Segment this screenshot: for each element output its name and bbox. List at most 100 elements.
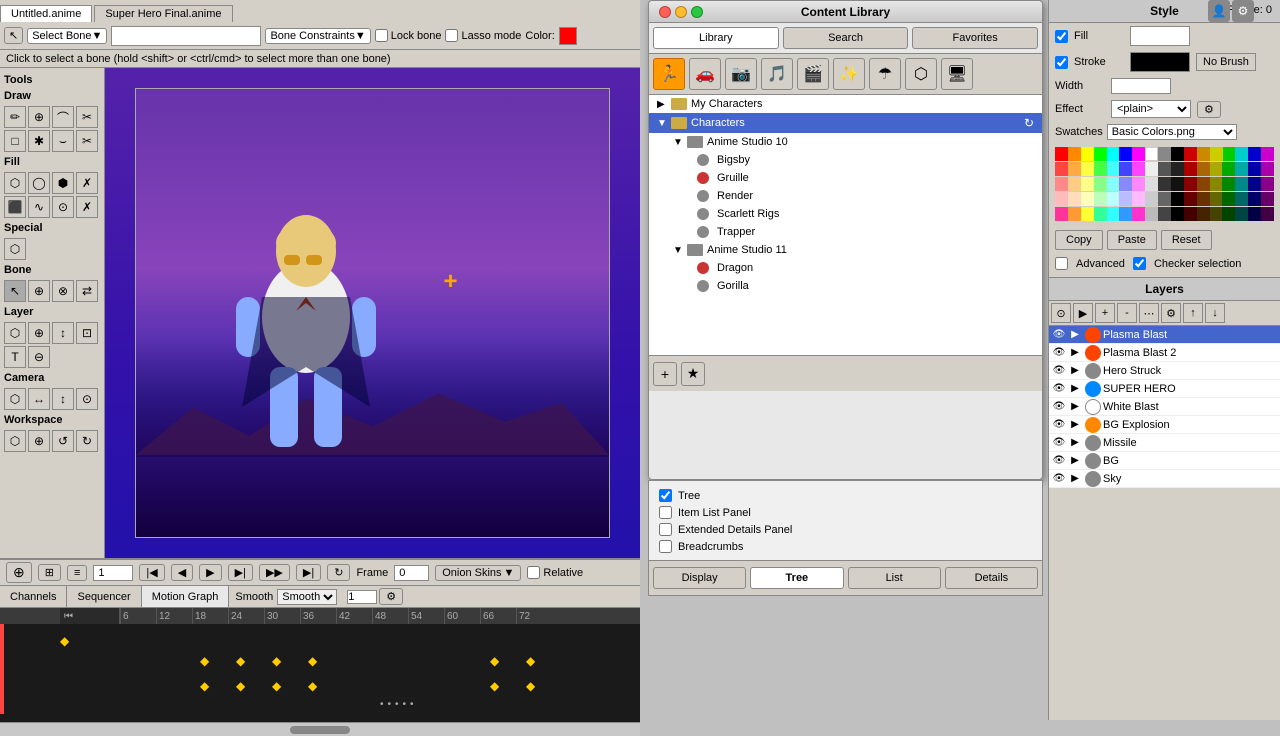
draw-tool-2[interactable]: ⊕ xyxy=(28,106,50,128)
stroke-color[interactable] xyxy=(1130,52,1190,72)
frame-input[interactable]: 0 xyxy=(394,565,429,581)
timeline-group-btn[interactable]: ⊞ xyxy=(38,564,61,581)
tab-sequencer[interactable]: Sequencer xyxy=(67,586,141,607)
draw-tool-5[interactable]: □ xyxy=(4,130,26,152)
layer-hero-struck[interactable]: 👁 ▶ Hero Struck xyxy=(1049,362,1280,380)
nav-favorites[interactable]: Favorites xyxy=(912,27,1038,49)
bone-tool-4[interactable]: ⇄ xyxy=(76,280,98,302)
layers-tb-7[interactable]: ↑ xyxy=(1183,303,1203,323)
c5-8[interactable] xyxy=(1145,207,1158,221)
c5-5[interactable] xyxy=(1107,207,1120,221)
tree-tab[interactable]: Tree xyxy=(750,567,843,589)
width-input[interactable]: 6 xyxy=(1111,78,1171,94)
fill-color[interactable] xyxy=(1130,26,1190,46)
c2-4[interactable] xyxy=(1094,162,1107,176)
c2-6[interactable] xyxy=(1119,162,1132,176)
color-cyan[interactable] xyxy=(1107,147,1120,161)
layer-vis-4[interactable]: 👁 xyxy=(1051,381,1067,397)
layer-sky[interactable]: 👁 ▶ Sky xyxy=(1049,470,1280,488)
nav-library[interactable]: Library xyxy=(653,27,779,49)
canvas-area[interactable]: + xyxy=(105,68,640,558)
color-green[interactable] xyxy=(1094,147,1107,161)
layer-lock-7[interactable]: ▶ xyxy=(1067,435,1083,451)
timeline-next-frame-btn[interactable]: ▶▶ xyxy=(259,564,290,581)
lib-add-btn[interactable]: + xyxy=(653,362,677,386)
c5-15[interactable] xyxy=(1235,207,1248,221)
c3-11[interactable] xyxy=(1184,177,1197,191)
c2-11[interactable] xyxy=(1184,162,1197,176)
c2-17[interactable] xyxy=(1261,162,1274,176)
c2-16[interactable] xyxy=(1248,162,1261,176)
breadcrumbs-checkbox[interactable] xyxy=(659,540,672,553)
color-magenta[interactable] xyxy=(1132,147,1145,161)
c4-8[interactable] xyxy=(1145,192,1158,206)
timeline-prev-btn[interactable]: ◀ xyxy=(171,564,193,581)
fill-tool-5[interactable]: ⬛ xyxy=(4,196,26,218)
gorilla-item[interactable]: Gorilla xyxy=(649,277,1042,295)
color-darkred[interactable] xyxy=(1184,147,1197,161)
layers-tb-8[interactable]: ↓ xyxy=(1205,303,1225,323)
item-list-option[interactable]: Item List Panel xyxy=(655,504,1036,521)
timeline-list-btn[interactable]: ≡ xyxy=(67,565,87,581)
keyframe-r2-5[interactable]: ◆ xyxy=(490,679,499,693)
anime-studio-10-item[interactable]: ▼ Anime Studio 10 xyxy=(649,133,1042,151)
timeline-scrollbar[interactable] xyxy=(0,722,640,736)
extended-details-option[interactable]: Extended Details Panel xyxy=(655,521,1036,538)
bone-name-input[interactable] xyxy=(111,26,261,46)
color-darkblue[interactable] xyxy=(1248,147,1261,161)
layers-tb-4[interactable]: - xyxy=(1117,303,1137,323)
lib-tree[interactable]: ▶ My Characters ▼ Characters ↻ ▼ Anime S… xyxy=(649,95,1042,355)
fill-tool-7[interactable]: ⊙ xyxy=(52,196,74,218)
bone-constraints-dropdown[interactable]: Bone Constraints ▼ xyxy=(265,28,370,44)
c5-7[interactable] xyxy=(1132,207,1145,221)
tab-motion-graph[interactable]: Motion Graph xyxy=(142,586,230,607)
c2-2[interactable] xyxy=(1068,162,1081,176)
bigsby-item[interactable]: Bigsby xyxy=(649,151,1042,169)
c4-16[interactable] xyxy=(1248,192,1261,206)
color-orange[interactable] xyxy=(1068,147,1081,161)
c5-2[interactable] xyxy=(1068,207,1081,221)
c4-14[interactable] xyxy=(1222,192,1235,206)
color-red[interactable] xyxy=(1055,147,1068,161)
effect-settings-btn[interactable]: ⚙ xyxy=(1197,101,1221,118)
c2-9[interactable] xyxy=(1158,162,1171,176)
special-tool-1[interactable]: ⬡ xyxy=(4,238,26,260)
c2-5[interactable] xyxy=(1107,162,1120,176)
swatches-select[interactable]: Basic Colors.png xyxy=(1107,124,1237,140)
layer-tool-3[interactable]: ↕ xyxy=(52,322,74,344)
umbrella-icon-btn[interactable]: ☂ xyxy=(869,58,901,90)
fill-tool-1[interactable]: ⬡ xyxy=(4,172,26,194)
smooth-value-input[interactable] xyxy=(347,590,377,604)
c4-12[interactable] xyxy=(1197,192,1210,206)
c2-12[interactable] xyxy=(1197,162,1210,176)
layer-vis-9[interactable]: 👁 xyxy=(1051,471,1067,487)
c4-5[interactable] xyxy=(1107,192,1120,206)
layer-vis-3[interactable]: 👁 xyxy=(1051,363,1067,379)
draw-tool-7[interactable]: ⌣ xyxy=(52,130,74,152)
c2-14[interactable] xyxy=(1222,162,1235,176)
c3-17[interactable] xyxy=(1261,177,1274,191)
color-darkyellow[interactable] xyxy=(1210,147,1223,161)
my-characters-item[interactable]: ▶ My Characters xyxy=(649,95,1042,113)
workspace-tool-3[interactable]: ↺ xyxy=(52,430,74,452)
c4-4[interactable] xyxy=(1094,192,1107,206)
color-blue[interactable] xyxy=(1119,147,1132,161)
timeline-loop-btn[interactable]: ↻ xyxy=(327,564,350,581)
stroke-checkbox[interactable] xyxy=(1055,56,1068,69)
c5-10[interactable] xyxy=(1171,207,1184,221)
c5-14[interactable] xyxy=(1222,207,1235,221)
keyframe-1[interactable]: ◆ xyxy=(200,654,209,668)
layer-tool-6[interactable]: ⊖ xyxy=(28,346,50,368)
c5-16[interactable] xyxy=(1248,207,1261,221)
layer-plasma-blast-2[interactable]: 👁 ▶ Plasma Blast 2 xyxy=(1049,344,1280,362)
user-icon-2[interactable]: ⚙ xyxy=(1232,0,1254,22)
film-icon-btn[interactable]: 🎬 xyxy=(797,58,829,90)
c3-8[interactable] xyxy=(1145,177,1158,191)
draw-tool-1[interactable]: ✏ xyxy=(4,106,26,128)
color-darkgreen[interactable] xyxy=(1223,147,1236,161)
item-list-checkbox[interactable] xyxy=(659,506,672,519)
workspace-tool-1[interactable]: ⬡ xyxy=(4,430,26,452)
render-item[interactable]: Render xyxy=(649,187,1042,205)
timeline-play-end-btn[interactable]: ▶| xyxy=(296,564,321,581)
paste-btn[interactable]: Paste xyxy=(1107,230,1157,250)
